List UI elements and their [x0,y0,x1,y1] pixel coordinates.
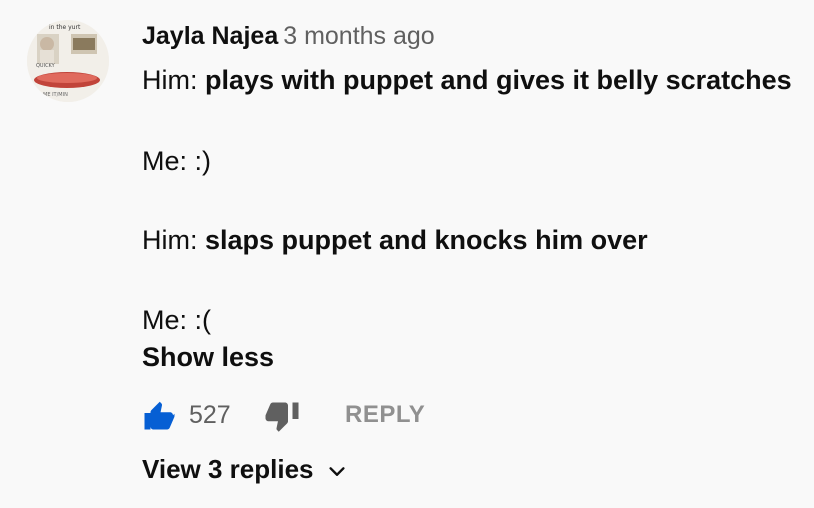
comment-thread: in the yurt QUICKY ME IT/MIN Jayla Najea… [0,0,814,508]
author-name[interactable]: Jayla Najea [142,22,278,50]
avatar-bottom-text: ME IT/MIN [43,92,68,98]
show-less-button[interactable]: Show less [142,340,274,374]
like-button[interactable] [140,398,176,434]
thumbs-down-icon [265,402,299,432]
comment-line-prefix: Me: :( [142,305,212,335]
comment-line-bold: plays with puppet and gives it belly scr… [205,65,792,95]
avatar[interactable]: in the yurt QUICKY ME IT/MIN [27,20,109,102]
comment-header: Jayla Najea 3 months ago [142,22,435,52]
comment-line-prefix: Me: :) [142,146,212,176]
comment-line-prefix: Him: [142,65,205,95]
dislike-button[interactable] [264,398,300,434]
view-replies-button[interactable]: View 3 replies [142,452,348,488]
comment-line: Him: slaps puppet and knocks him over [142,224,648,256]
comment-timestamp[interactable]: 3 months ago [283,22,435,50]
thumbs-up-icon [144,401,175,430]
reply-button[interactable]: REPLY [345,399,425,431]
like-count: 527 [189,401,231,429]
chevron-down-icon [329,466,345,476]
avatar-image: in the yurt QUICKY ME IT/MIN [27,20,109,102]
avatar-sign-text: QUICKY [36,63,56,69]
comment-line: Me: :( [142,304,211,336]
comment-line-bold: slaps puppet and knocks him over [205,225,648,255]
comment-line-prefix: Him: [142,225,205,255]
comment-line: Him: plays with puppet and gives it bell… [142,64,792,96]
avatar-top-text: in the yurt [49,24,81,31]
comment-line: Me: :) [142,145,211,177]
view-replies-label: View 3 replies [142,454,314,484]
